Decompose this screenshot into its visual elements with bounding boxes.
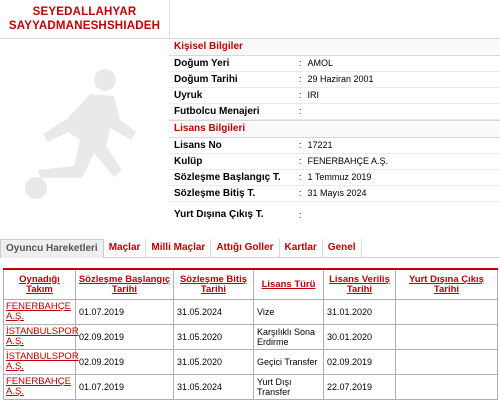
club-cell[interactable]: İSTANBULSPOR A.Ş. (3, 349, 79, 375)
issued-cell: 31.01.2020 (323, 299, 396, 325)
player-name-line1: SEYEDALLAHYAR (32, 6, 137, 18)
player-photo (0, 38, 169, 228)
col-start-header[interactable]: Sözleşme Başlangıç Tarihi (75, 268, 174, 300)
club-cell[interactable]: İSTANBULSPOR A.Ş. (3, 324, 79, 350)
col-abroad-header[interactable]: Yurt Dışına Çıkış Tarihi (395, 268, 498, 300)
nationality-value: IRI (307, 90, 320, 100)
end-cell: 31.05.2020 (173, 324, 254, 350)
field-value: : (299, 210, 302, 220)
start-cell: 01.07.2019 (75, 374, 174, 400)
tab-genel[interactable]: Genel (323, 239, 362, 257)
type-cell: Karşılıklı Sona Erdirme (253, 324, 324, 350)
issued-cell: 30.01.2020 (323, 324, 396, 350)
end-cell: 31.05.2020 (173, 349, 254, 375)
table-row: İSTANBULSPOR A.Ş. 02.09.2019 31.05.2020 … (3, 324, 498, 350)
tab-maclar[interactable]: Maçlar (104, 239, 147, 257)
field-label: Yurt Dışına Çıkış T. (174, 209, 264, 220)
end-cell: 31.05.2024 (173, 374, 254, 400)
club-cell[interactable]: FENERBAHÇE A.Ş. (3, 374, 76, 400)
field-value: : FENERBAHÇE A.Ş. (299, 156, 389, 166)
player-name-header: SEYEDALLAHYAR SAYYADMANESHSHIADEH (0, 0, 170, 39)
abroad-cell (395, 349, 498, 375)
license-row: Kulüp : FENERBAHÇE A.Ş. (169, 154, 500, 170)
field-value: :31 Mayıs 2024 (299, 188, 367, 198)
table-header-row: Oynadığı Takım Sözleşme Başlangıç Tarihi… (3, 268, 498, 300)
col-end-header[interactable]: Sözleşme Bitiş Tarihi (173, 268, 254, 300)
license-row: Lisans No :17221 (169, 138, 500, 154)
col-issued-header[interactable]: Lisans Veriliş Tarihi (323, 268, 396, 300)
tab-milli-maclar[interactable]: Milli Maçlar (146, 239, 212, 257)
issued-cell: 22.07.2019 (323, 374, 396, 400)
abroad-cell (395, 374, 498, 400)
end-cell: 31.05.2024 (173, 299, 254, 325)
table-row: FENERBAHÇE A.Ş. 01.07.2019 31.05.2024 Vi… (3, 299, 498, 325)
personal-row: Doğum Tarihi :29 Haziran 2001 (169, 72, 500, 88)
field-value: : (299, 106, 302, 116)
club-link[interactable]: İSTANBULSPOR A.Ş. (6, 326, 79, 347)
contract-end-value: 31 Mayıs 2024 (307, 188, 367, 198)
col-club-header[interactable]: Oynadığı Takım (3, 268, 76, 300)
club-link[interactable]: İSTANBULSPOR A.Ş. (6, 351, 79, 372)
club-value: FENERBAHÇE A.Ş. (307, 156, 389, 166)
issued-cell: 02.09.2019 (323, 349, 396, 375)
info-panel: Kişisel Bilgiler Doğum Yeri : AMOL Doğum … (169, 38, 500, 222)
tab-oyuncu-hareketleri[interactable]: Oyuncu Hareketleri (0, 238, 104, 258)
license-no-value: 17221 (307, 140, 333, 150)
start-cell: 02.09.2019 (75, 349, 174, 375)
type-cell: Yurt Dışı Transfer (253, 374, 324, 400)
field-label: Lisans No (174, 140, 222, 151)
field-label: Futbolcu Menajeri (174, 106, 260, 117)
player-silhouette-icon (25, 69, 136, 199)
tab-attigi-goller[interactable]: Attığı Goller (211, 239, 280, 257)
tab-kartlar[interactable]: Kartlar (280, 239, 323, 257)
col-type-header[interactable]: Lisans Türü (253, 268, 324, 300)
field-value: :29 Haziran 2001 (299, 74, 374, 84)
field-label: Uyruk (174, 90, 203, 101)
birthdate-value: 29 Haziran 2001 (307, 74, 374, 84)
player-name-line2: SAYYADMANESHSHIADEH (8, 20, 161, 32)
license-section-title: Lisans Bilgileri (169, 120, 500, 138)
tab-bar: Oyuncu Hareketleri Maçlar Milli Maçlar A… (0, 238, 500, 258)
license-row: Sözleşme Başlangıç T. :1 Temmuz 2019 (169, 170, 500, 186)
table-row: İSTANBULSPOR A.Ş. 02.09.2019 31.05.2020 … (3, 349, 498, 375)
field-label: Kulüp (174, 156, 203, 167)
club-link[interactable]: FENERBAHÇE A.Ş. (6, 301, 71, 322)
personal-row: Futbolcu Menajeri : (169, 104, 500, 120)
personal-row: Doğum Yeri : AMOL (169, 56, 500, 72)
field-label: Sözleşme Bitiş T. (174, 188, 256, 199)
abroad-cell (395, 299, 498, 325)
club-link[interactable]: FENERBAHÇE A.Ş. (6, 376, 71, 397)
license-row: Sözleşme Bitiş T. :31 Mayıs 2024 (169, 186, 500, 202)
transfer-table: Oynadığı Takım Sözleşme Başlangıç Tarihi… (3, 268, 498, 400)
field-label: Sözleşme Başlangıç T. (174, 172, 281, 183)
start-cell: 02.09.2019 (75, 324, 174, 350)
license-row: Yurt Dışına Çıkış T. : (169, 202, 500, 222)
field-value: :17221 (299, 140, 333, 150)
start-cell: 01.07.2019 (75, 299, 174, 325)
field-label: Doğum Tarihi (174, 74, 238, 85)
contract-start-value: 1 Temmuz 2019 (307, 172, 372, 182)
club-cell[interactable]: FENERBAHÇE A.Ş. (3, 299, 76, 325)
field-value: : AMOL (299, 58, 334, 68)
table-row: FENERBAHÇE A.Ş. 01.07.2019 31.05.2024 Yu… (3, 374, 498, 400)
abroad-cell (395, 324, 498, 350)
field-label: Doğum Yeri (174, 58, 230, 69)
type-cell: Geçici Transfer (253, 349, 324, 375)
personal-row: Uyruk : IRI (169, 88, 500, 104)
field-value: : IRI (299, 90, 320, 100)
personal-section-title: Kişisel Bilgiler (169, 38, 500, 56)
type-cell: Vize (253, 299, 324, 325)
birthplace-value: AMOL (307, 58, 334, 68)
field-value: :1 Temmuz 2019 (299, 172, 372, 182)
